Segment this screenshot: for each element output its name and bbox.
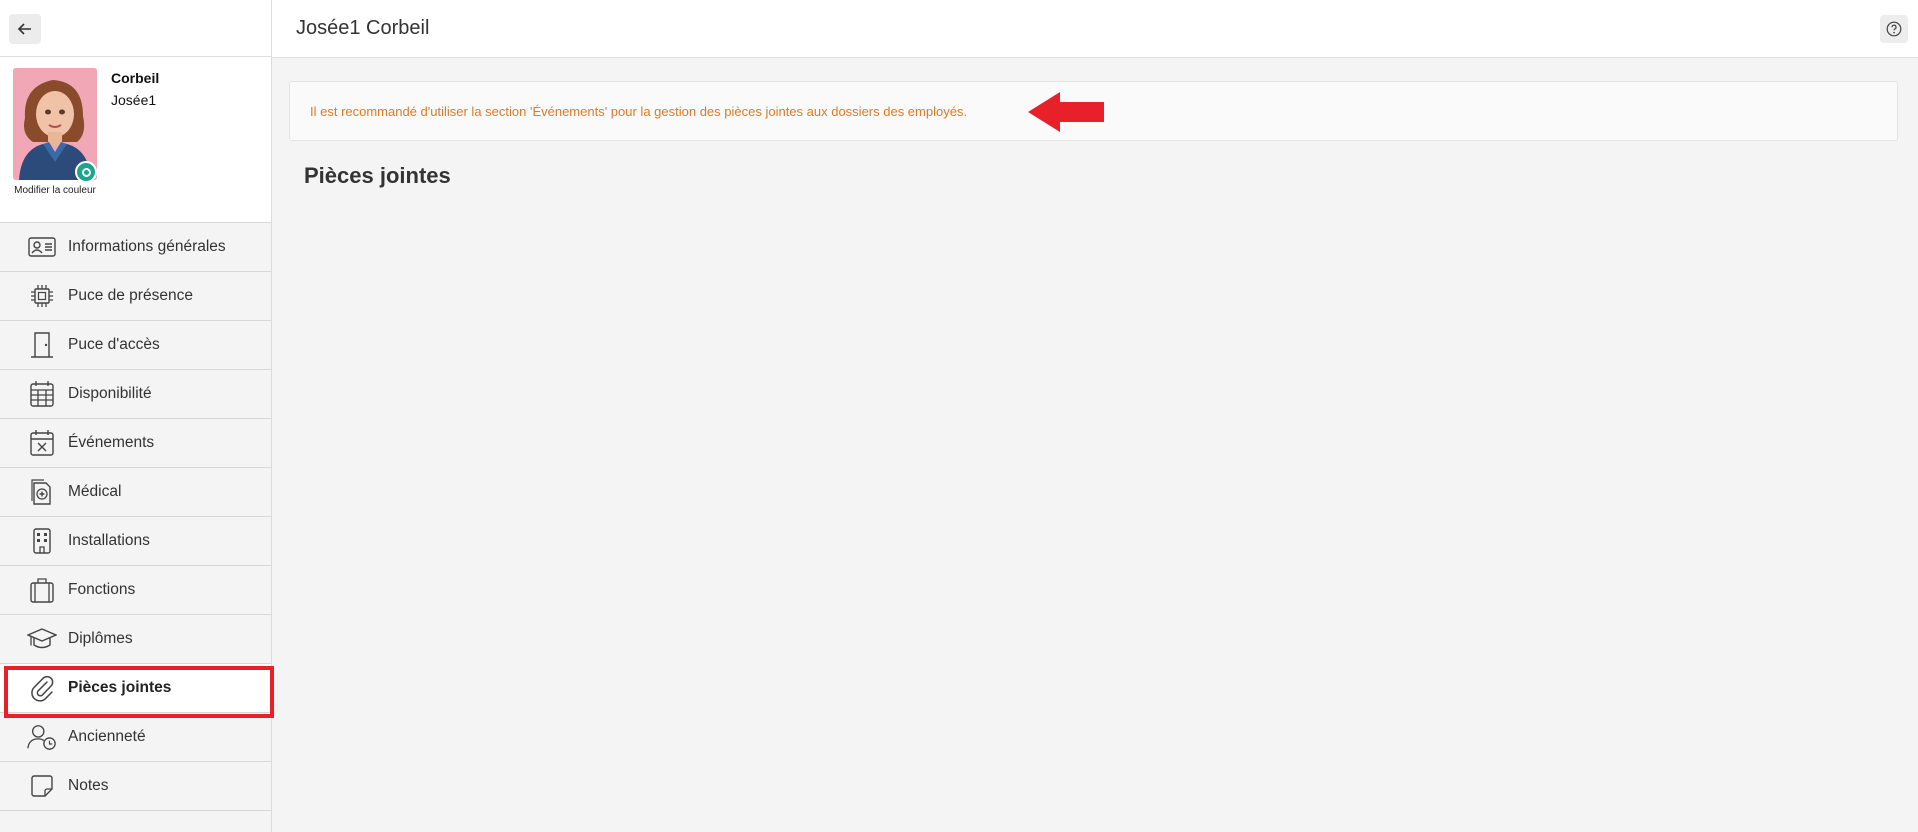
sidebar-item-label: Événements — [68, 434, 155, 451]
paperclip-icon — [27, 674, 57, 702]
sidebar-item-label: Médical — [68, 483, 122, 500]
sidebar-item-availability[interactable]: Disponibilité — [0, 370, 271, 419]
section-title: Pièces jointes — [304, 163, 451, 188]
pointer-arrow-icon — [1028, 92, 1104, 132]
sidebar-item-notes[interactable]: Notes — [0, 762, 271, 811]
sidebar-item-events[interactable]: Événements — [0, 419, 271, 468]
sidebar-item-label: Puce de présence — [68, 287, 193, 304]
sidebar: Modifier la couleur Corbeil Josée1 Infor… — [0, 0, 274, 832]
id-card-icon — [27, 233, 57, 261]
sidebar-item-seniority[interactable]: Ancienneté — [0, 713, 271, 762]
graduation-cap-icon — [27, 625, 57, 653]
sidebar-item-diplomas[interactable]: Diplômes — [0, 615, 271, 664]
sidebar-item-general-info[interactable]: Informations générales — [0, 223, 271, 272]
sidebar-item-label: Ancienneté — [68, 728, 146, 745]
calendar-x-icon — [27, 429, 57, 457]
building-icon — [27, 527, 57, 555]
user-clock-icon — [27, 723, 57, 751]
note-icon — [27, 772, 57, 800]
sidebar-item-label: Notes — [68, 777, 109, 794]
back-button[interactable] — [9, 14, 41, 44]
door-icon — [27, 331, 57, 359]
employee-first-name: Josée1 — [111, 92, 157, 108]
page-title: Josée1 Corbeil — [296, 17, 430, 39]
medical-file-icon — [27, 478, 57, 506]
sidebar-nav: Informations générales Puce de présence … — [0, 223, 274, 811]
sidebar-item-label: Installations — [68, 532, 150, 549]
notice-text: Il est recommandé d'utiliser la section … — [310, 104, 968, 119]
sidebar-item-presence-chip[interactable]: Puce de présence — [0, 272, 271, 321]
help-button[interactable] — [1880, 15, 1908, 43]
sidebar-item-label: Pièces jointes — [68, 679, 172, 696]
back-bar — [0, 0, 271, 57]
sidebar-item-label: Fonctions — [68, 581, 136, 598]
recommendation-notice: Il est recommandé d'utiliser la section … — [289, 81, 1898, 141]
briefcase-icon — [27, 576, 57, 604]
sidebar-item-label: Informations générales — [68, 238, 226, 255]
sidebar-item-access-chip[interactable]: Puce d'accès — [0, 321, 271, 370]
sidebar-item-label: Disponibilité — [68, 385, 152, 402]
help-icon — [1886, 21, 1902, 37]
profile-card: Modifier la couleur Corbeil Josée1 — [0, 57, 271, 223]
chip-icon — [27, 282, 57, 310]
modify-color-link[interactable]: Modifier la couleur — [14, 185, 96, 197]
sidebar-item-attachments[interactable]: Pièces jointes — [0, 664, 274, 718]
sidebar-item-label: Diplômes — [68, 630, 133, 647]
page-header: Josée1 Corbeil — [272, 0, 1918, 58]
sidebar-item-functions[interactable]: Fonctions — [0, 566, 271, 615]
camera-icon[interactable] — [75, 161, 97, 183]
sidebar-item-installations[interactable]: Installations — [0, 517, 271, 566]
sidebar-item-label: Puce d'accès — [68, 336, 160, 353]
arrow-left-icon — [17, 23, 31, 35]
sidebar-item-medical[interactable]: Médical — [0, 468, 271, 517]
employee-last-name: Corbeil — [111, 70, 160, 86]
calendar-grid-icon — [27, 380, 57, 408]
